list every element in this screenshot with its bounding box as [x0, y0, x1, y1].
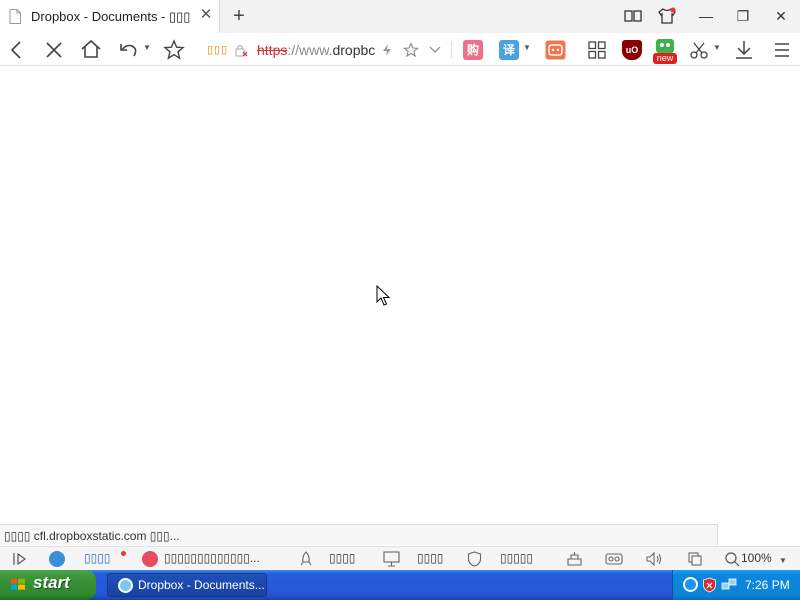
browser-tray-icon[interactable] [683, 577, 698, 592]
windows-taskbar: start Dropbox - Documents... 7:26 PM [0, 570, 800, 600]
windows-logo-icon [11, 578, 25, 590]
ublock-extension-icon[interactable]: uO [622, 40, 642, 60]
url-www: www. [299, 42, 333, 58]
url-separator: :// [287, 42, 300, 58]
tab-title: Dropbox - Documents - ▯▯▯▯ [31, 9, 191, 24]
speaker-icon[interactable] [645, 551, 663, 567]
url-scheme: https [257, 42, 288, 58]
tile-view-icon[interactable] [624, 10, 642, 22]
download-icon[interactable] [735, 40, 753, 60]
security-tray-icon[interactable] [702, 577, 717, 593]
mascot-extension-icon[interactable] [655, 38, 675, 54]
page-content-area[interactable] [0, 67, 800, 524]
site-tag: ▯▯▯ [207, 44, 229, 56]
new-tab-button[interactable]: + [229, 5, 249, 27]
toolbar-divider [451, 41, 452, 59]
bookmark-star-icon[interactable] [403, 42, 419, 58]
status-url-line: ▯▯▯▯ cfl.dropboxstatic.com ▯▯▯... [0, 524, 718, 545]
game-pad-icon[interactable] [566, 551, 583, 567]
monitor-icon[interactable] [383, 551, 400, 567]
screenshot-dropdown-icon[interactable]: ▼ [713, 43, 721, 52]
bottom-toolbar: ▯▯▯▯ ▯▯▯▯▯▯▯▯▯▯▯▯▯... ▯▯▯▯ ▯▯▯▯ ▯▯▯▯▯ 10… [0, 546, 800, 570]
window-mode-icon[interactable] [687, 551, 703, 567]
start-label: start [33, 573, 70, 592]
clock: 7:26 PM [745, 578, 790, 592]
zoom-magnifier-icon[interactable] [724, 551, 740, 567]
news-icon[interactable] [49, 551, 65, 567]
address-dropdown-icon[interactable] [429, 46, 441, 54]
browser-icon [118, 578, 133, 593]
heart-icon[interactable] [142, 551, 158, 567]
undo-dropdown-icon[interactable]: ▼ [143, 43, 151, 52]
bottom-item-2[interactable]: ▯▯▯▯▯▯▯▯▯▯▯▯▯... [164, 551, 260, 565]
minimize-button[interactable]: — [694, 4, 718, 28]
back-icon[interactable] [8, 40, 26, 60]
insecure-lock-icon[interactable] [234, 43, 248, 57]
home-icon[interactable] [80, 39, 102, 59]
rocket-icon[interactable] [298, 551, 314, 567]
restore-button[interactable]: ❐ [731, 4, 755, 28]
app-grid-icon[interactable] [588, 41, 606, 59]
taskbar-window-dropbox[interactable]: Dropbox - Documents... [107, 573, 267, 597]
url-host: dropbc [332, 42, 376, 58]
tab-close-icon[interactable]: ✕ [197, 6, 215, 24]
system-tray: 7:26 PM [672, 570, 800, 600]
url-text[interactable]: https://www.dropbc [257, 42, 377, 58]
translate-extension-icon[interactable]: 译 [499, 40, 519, 60]
start-button[interactable]: start [0, 570, 96, 600]
new-badge: new [653, 53, 677, 64]
screenshot-scissors-icon[interactable] [690, 41, 708, 59]
bottom-item-5[interactable]: ▯▯▯▯▯ [500, 551, 533, 565]
stop-loading-icon[interactable] [44, 40, 64, 60]
taskbar-window-label: Dropbox - Documents... [138, 578, 265, 592]
undo-close-icon[interactable] [118, 40, 140, 60]
close-window-button[interactable]: ✕ [769, 4, 793, 28]
mouse-cursor-icon [376, 285, 390, 306]
video-icon[interactable] [605, 551, 623, 567]
notification-dot [121, 551, 126, 556]
zoom-level[interactable]: 100% [741, 551, 772, 565]
shield-icon[interactable] [467, 551, 482, 567]
tab-strip: Dropbox - Documents - ▯▯▯▯ ✕ + — ❐ ✕ [0, 0, 800, 33]
zoom-dropdown-icon[interactable]: ▼ [779, 556, 787, 565]
game-extension-icon[interactable] [545, 40, 566, 60]
tab-dropbox-documents[interactable]: Dropbox - Documents - ▯▯▯▯ ✕ [0, 0, 220, 33]
bottom-item-4[interactable]: ▯▯▯▯ [417, 551, 443, 565]
bottom-item-1[interactable]: ▯▯▯▯ [84, 551, 110, 565]
menu-icon[interactable] [774, 42, 790, 58]
favorite-star-icon[interactable] [163, 39, 185, 61]
document-icon [9, 9, 21, 24]
shopping-extension-icon[interactable]: 购 [463, 40, 483, 60]
bottom-item-3[interactable]: ▯▯▯▯ [329, 551, 355, 565]
translate-dropdown-icon[interactable]: ▼ [523, 43, 531, 52]
skin-shirt-icon[interactable] [657, 7, 677, 25]
sidebar-toggle-icon[interactable] [12, 552, 28, 566]
address-bar[interactable]: ▯▯▯ https://www.dropbc [200, 38, 450, 62]
navigation-bar: ▼ ▯▯▯ https://www.dropbc 购 译 ▼ uO new ▼ [0, 33, 800, 66]
lightning-icon[interactable] [381, 43, 393, 57]
network-tray-icon[interactable] [721, 577, 737, 593]
